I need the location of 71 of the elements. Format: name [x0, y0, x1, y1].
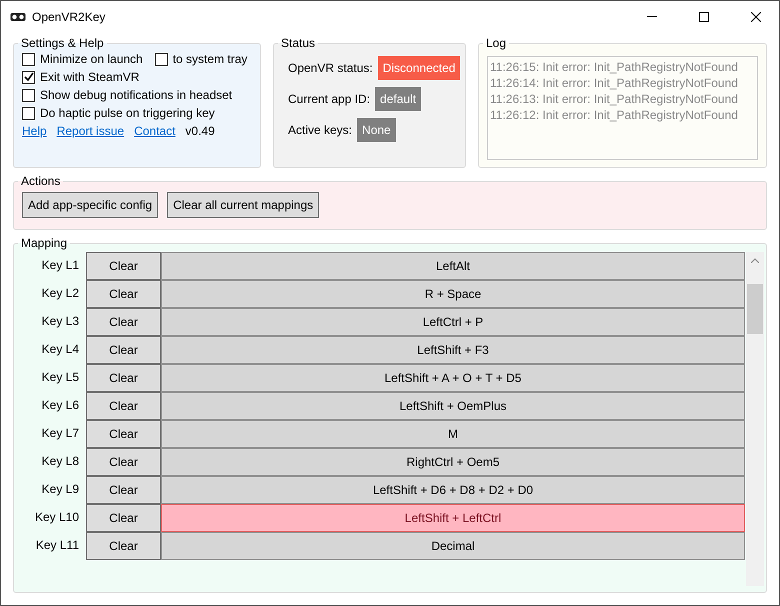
key-label: Key L1	[40, 257, 80, 274]
clear-button[interactable]: Clear	[86, 364, 161, 392]
log-line: 11:26:14: Init error: Init_PathRegistryNotFound	[490, 75, 739, 91]
status-badge: default	[375, 87, 422, 111]
key-label: Key L5	[40, 369, 80, 386]
option-label: Exit with SteamVR	[40, 70, 140, 84]
key-label: Key L11	[34, 537, 80, 554]
binding-button[interactable]: LeftAlt	[161, 252, 745, 280]
status-label: Current app ID:	[288, 92, 370, 106]
checkbox[interactable]	[154, 52, 168, 66]
clear-button[interactable]: Clear	[86, 280, 161, 308]
clear-button[interactable]: Clear	[86, 336, 161, 364]
checkbox[interactable]	[22, 106, 35, 120]
checkbox[interactable]	[22, 70, 35, 84]
link[interactable]: Help	[22, 124, 47, 138]
key-label: Key L4	[40, 341, 80, 358]
binding-button[interactable]: LeftCtrl + P	[161, 308, 745, 336]
window-title: OpenVR2Key	[32, 10, 106, 24]
key-label: Key L8	[40, 453, 80, 470]
action-button[interactable]: Clear all current mappings	[167, 192, 320, 218]
scrollbar[interactable]	[746, 252, 764, 586]
version-label: v0.49	[185, 124, 215, 138]
group-title: Log	[485, 36, 508, 50]
checkbox[interactable]	[22, 52, 35, 66]
scrollbar-thumb[interactable]	[747, 284, 763, 334]
scroll-up-icon[interactable]	[751, 258, 759, 262]
clear-button[interactable]: Clear	[86, 476, 161, 504]
group-title: Mapping	[20, 236, 68, 250]
status-badge: Disconnected	[378, 56, 460, 80]
key-label: Key L3	[40, 313, 80, 330]
binding-button[interactable]: LeftShift + LeftCtrl	[161, 504, 745, 532]
key-label: Key L9	[40, 481, 80, 498]
option-label: Show debug notifications in headset	[40, 88, 232, 102]
option-label: to system tray	[172, 52, 248, 66]
clear-button[interactable]: Clear	[86, 252, 161, 280]
option-label: Minimize on launch	[40, 52, 143, 66]
binding-button[interactable]: M	[161, 420, 745, 448]
binding-button[interactable]: LeftShift + F3	[161, 336, 745, 364]
binding-button[interactable]: Decimal	[161, 532, 745, 560]
binding-button[interactable]: LeftShift + A + O + T + D5	[161, 364, 745, 392]
close-icon[interactable]	[751, 12, 761, 22]
binding-button[interactable]: RightCtrl + Oem5	[161, 448, 745, 476]
link[interactable]: Report issue	[56, 124, 124, 138]
group-title: Status	[280, 36, 316, 50]
clear-button[interactable]: Clear	[86, 308, 161, 336]
log-line: 11:26:12: Init error: Init_PathRegistryNotFound	[490, 107, 739, 123]
binding-button[interactable]: LeftShift + D6 + D8 + D2 + D0	[161, 476, 745, 504]
group-title: Settings & Help	[20, 36, 105, 50]
log-line: 11:26:13: Init error: Init_PathRegistryNotFound	[490, 91, 739, 107]
binding-button[interactable]: R + Space	[161, 280, 745, 308]
action-button[interactable]: Add app-specific config	[22, 192, 158, 218]
key-label: Key L10	[34, 509, 80, 526]
clear-button[interactable]: Clear	[86, 532, 161, 560]
checkbox[interactable]	[22, 88, 35, 102]
clear-button[interactable]: Clear	[86, 504, 161, 532]
maximize-icon[interactable]	[699, 12, 709, 22]
log-line: 11:26:15: Init error: Init_PathRegistryNotFound	[490, 59, 739, 75]
key-label: Key L7	[40, 425, 80, 442]
clear-button[interactable]: Clear	[86, 448, 161, 476]
group-title: Actions	[20, 174, 62, 188]
status-label: OpenVR status:	[288, 61, 373, 75]
status-label: Active keys:	[288, 123, 352, 137]
status-badge: None	[357, 118, 396, 142]
option-label: Do haptic pulse on triggering key	[40, 106, 215, 120]
link[interactable]: Contact	[134, 124, 176, 138]
key-label: Key L2	[40, 285, 80, 302]
clear-button[interactable]: Clear	[86, 420, 161, 448]
clear-button[interactable]: Clear	[86, 392, 161, 420]
headset-icon	[10, 12, 26, 22]
key-label: Key L6	[40, 397, 80, 414]
binding-button[interactable]: LeftShift + OemPlus	[161, 392, 745, 420]
